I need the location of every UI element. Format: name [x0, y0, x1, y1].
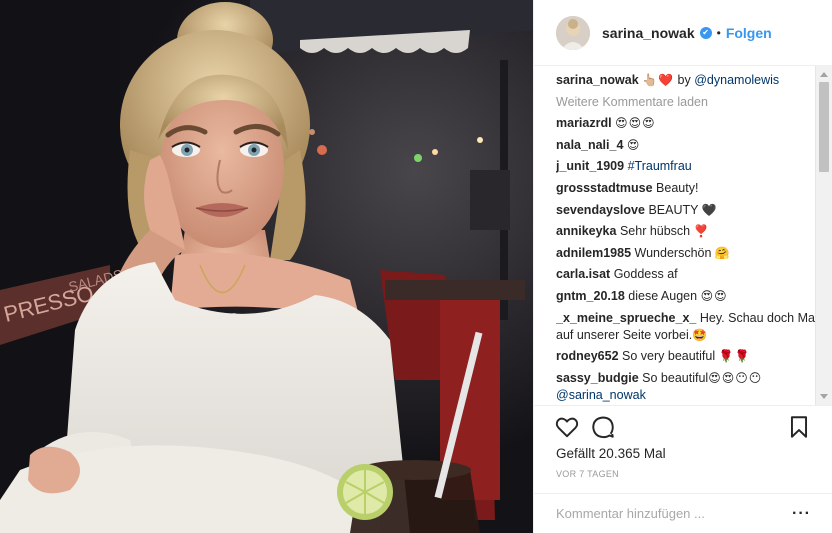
post-header: sarina_nowak ✔ • Folgen	[534, 0, 832, 66]
comment-text: So very beautiful	[622, 349, 716, 364]
comment-username[interactable]: _x_meine_sprueche_x_	[556, 311, 696, 325]
likes-number: 20.365 Mal	[598, 446, 666, 461]
comment-emoji: 🤩	[692, 327, 709, 342]
comment-item: grossstadtmuse Beauty!	[556, 180, 818, 197]
verified-icon: ✔	[699, 26, 712, 39]
comment-item: nala_nali_4 😍	[556, 137, 818, 154]
comment-emoji: 😍😍😶😶	[708, 370, 763, 385]
comment-hashtag[interactable]: #Traumfrau	[628, 159, 692, 173]
comment-username[interactable]: adnilem1985	[556, 246, 631, 260]
comment-username[interactable]: rodney652	[556, 349, 619, 363]
comment-input[interactable]	[556, 506, 793, 521]
add-comment-bar: ···	[534, 493, 832, 533]
comment-username[interactable]: sassy_budgie	[556, 371, 639, 385]
scroll-up-arrow-icon[interactable]	[820, 72, 828, 77]
comment-text: diese Augen	[628, 288, 698, 303]
comments-scrollbar[interactable]	[815, 66, 832, 405]
comment-emoji: 🤗	[714, 245, 731, 260]
more-options-button[interactable]: ···	[792, 505, 811, 523]
comment-emoji: 🌹🌹	[718, 349, 751, 364]
comment-text: Goddess af	[613, 267, 678, 282]
instagram-post: PRESSO SALADS sarina_nowak ✔ • Folgen sa…	[0, 0, 832, 533]
comment-item: sevendayslove BEAUTY 🖤	[556, 202, 818, 219]
comment-item: rodney652 So very beautiful 🌹🌹	[556, 348, 818, 365]
caption-emoji: 👆🏼❤️	[642, 73, 675, 87]
follow-button[interactable]: Folgen	[726, 25, 772, 41]
comment-button[interactable]	[590, 414, 616, 440]
comment-item: carla.isat Goddess af	[556, 266, 818, 283]
scroll-down-arrow-icon[interactable]	[820, 394, 828, 399]
comment-username[interactable]: gntm_20.18	[556, 289, 625, 303]
comment-username[interactable]: nala_nali_4	[556, 138, 623, 152]
load-more-comments-button[interactable]: Weitere Kommentare laden	[556, 94, 818, 111]
heart-icon	[555, 417, 579, 438]
scrollbar-thumb[interactable]	[819, 82, 829, 172]
comment-item: sassy_budgie So beautiful😍😍😶😶 @sarina_no…	[556, 370, 818, 404]
comment-username[interactable]: annikeyka	[556, 224, 616, 238]
comment-text: Beauty!	[656, 180, 699, 195]
save-button[interactable]	[786, 414, 812, 440]
header-username[interactable]: sarina_nowak	[602, 25, 695, 41]
comment-emoji: 😍	[626, 137, 641, 152]
comment-item: annikeyka Sehr hübsch ❣️	[556, 223, 818, 240]
comment-username[interactable]: sevendayslove	[556, 203, 645, 217]
comment-username[interactable]: carla.isat	[556, 267, 610, 281]
caption: sarina_nowak 👆🏼❤️ by @dynamolewis	[556, 72, 818, 89]
post-actions: Gefällt 20.365 Mal VOR 7 TAGEN	[534, 405, 832, 493]
comment-item: _x_meine_sprueche_x_ Hey. Schau doch Mal…	[556, 310, 818, 344]
caption-username[interactable]: sarina_nowak	[556, 73, 639, 87]
caption-mention[interactable]: @dynamolewis	[694, 73, 779, 87]
caption-by: by	[677, 73, 691, 87]
comment-emoji: 🖤	[701, 202, 718, 217]
header-separator: •	[716, 25, 721, 40]
comment-text: So beautiful	[642, 370, 709, 385]
comment-item: j_unit_1909 #Traumfrau	[556, 158, 818, 175]
avatar-image	[556, 15, 590, 50]
comment-icon	[592, 416, 614, 439]
comment-emoji: ❣️	[693, 224, 710, 239]
post-timestamp[interactable]: VOR 7 TAGEN	[556, 469, 619, 479]
like-button[interactable]	[554, 414, 580, 440]
comment-username[interactable]: j_unit_1909	[556, 159, 624, 173]
comment-item: gntm_20.18 diese Augen 😍😍	[556, 288, 818, 305]
comment-emoji: 😍😍	[700, 288, 728, 303]
likes-count[interactable]: Gefällt 20.365 Mal	[556, 446, 666, 461]
post-photo-illustration: PRESSO SALADS	[0, 0, 533, 533]
comment-text: Sehr hübsch	[619, 224, 691, 239]
comments-list[interactable]: sarina_nowak 👆🏼❤️ by @dynamolewis Weiter…	[556, 72, 818, 405]
comment-username[interactable]: mariazrdl	[556, 116, 612, 130]
comment-mention[interactable]: @sarina_nowak	[556, 388, 646, 402]
avatar[interactable]	[556, 15, 590, 50]
bookmark-icon	[790, 416, 808, 438]
post-side-panel: sarina_nowak ✔ • Folgen sarina_nowak 👆🏼❤…	[533, 0, 832, 533]
comment-text: Wunderschön	[634, 245, 712, 260]
comment-item: mariazrdl 😍😍😍	[556, 115, 818, 132]
comment-text: BEAUTY	[648, 202, 699, 217]
likes-label: Gefällt	[556, 446, 596, 461]
comment-emoji: 😍😍😍	[615, 116, 656, 131]
comment-username[interactable]: grossstadtmuse	[556, 181, 653, 195]
comment-item: adnilem1985 Wunderschön 🤗	[556, 245, 818, 262]
post-photo[interactable]: PRESSO SALADS	[0, 0, 533, 533]
